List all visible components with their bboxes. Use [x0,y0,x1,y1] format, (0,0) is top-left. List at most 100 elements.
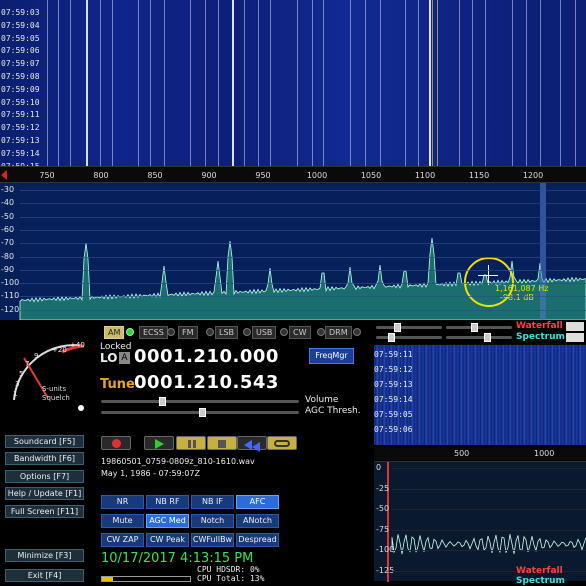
frequency-scale[interactable]: 750 800 850 900 950 1000 1050 1100 1150 1200 [0,166,586,183]
audio-db-label: -75 [376,524,390,534]
audio-scale-tick: 500 [454,449,470,458]
tune-frequency[interactable]: 0001.210.543 [134,372,279,393]
left-button-minimize[interactable]: Minimize [F3] [5,549,84,562]
audio-waterfall-time-label: 07:59:06 [374,425,413,434]
waterfall-tag[interactable]: Waterfall [516,321,563,331]
waterfall-tag-bottom[interactable]: Waterfall [516,566,563,576]
mode-usb-button[interactable]: USB [252,326,277,339]
smeter-tick: 9 [34,352,38,360]
smeter-tick: +40 [70,341,85,349]
waterfall-time-label: 07:59:08 [1,72,40,81]
signal-line [205,0,206,166]
agc-threshold-slider[interactable] [101,408,299,417]
mode-cw-button[interactable]: CW [289,326,311,339]
lo-frequency[interactable]: 0001.210.000 [134,346,279,367]
mode-fm-button[interactable]: FM [178,326,198,339]
freqmgr-button[interactable]: FreqMgr [309,348,354,364]
mode-drm-button[interactable]: DRM [325,326,352,339]
spectrum-gridline [20,243,586,245]
audio-spectrum[interactable]: 0 -25 -50 -75 -100 -125 [374,461,586,582]
left-button-bandwidth[interactable]: Bandwidth [F6] [5,452,84,465]
signal-line [350,0,351,166]
audio-spectrum-trace [387,462,586,582]
mode-lsb-button[interactable]: LSB [215,326,239,339]
waterfall-toggle[interactable] [566,322,584,331]
mode-led-icon [206,328,214,336]
main-spectrum[interactable]: 1,161,087 Hz -98.1 dB -30 -40 -50 -60 -70 -80… [0,183,586,320]
signal-line [405,0,406,166]
dsp-nr-button[interactable]: NR [101,495,144,509]
play-button[interactable] [144,436,174,450]
signal-line [232,0,234,166]
frequency-tick-label: 850 [147,171,163,180]
volume-slider[interactable] [101,397,299,406]
cpu-bar [101,576,191,582]
signal-line [485,0,486,166]
rewind-button[interactable] [237,436,267,452]
frequency-tick-label: 950 [255,171,271,180]
signal-line [218,0,219,166]
signal-line [472,0,473,166]
spectrum-db-label: -100 [1,278,20,288]
s-units-label: S-units [42,385,67,393]
audio-scale-tick: 1000 [534,449,555,458]
dsp-agc-med-button[interactable]: AGC Med [146,514,189,528]
s-meter: 1 3 5 7 9 +20 +40 S-units Squelch [13,341,85,411]
dsp-anotch-button[interactable]: ANotch [236,514,279,528]
dsp-notch-button[interactable]: Notch [191,514,234,528]
left-button-soundcard[interactable]: Soundcard [F5] [5,435,84,448]
pause-button[interactable] [176,436,206,450]
recording-filename: 19860501_0759-0809z_810-1610.wav [101,457,255,466]
smeter-tick: 7 [25,360,29,368]
dsp-cw-zap-button[interactable]: CW ZAP [101,533,144,547]
mode-ecss-button[interactable]: ECSS [139,326,168,339]
record-button[interactable] [101,436,131,450]
waterfall-time-label: 07:59:04 [1,20,40,30]
loop-button[interactable] [267,436,297,450]
spectrum-tag[interactable]: Spectrum [516,332,565,342]
spectrum-gridline [20,283,586,285]
rf-slider-3[interactable] [376,333,442,342]
cursor-freq: 1,161,087 Hz [495,284,549,293]
signal-line [100,0,101,166]
signal-line [380,0,381,166]
signal-line [112,0,113,166]
left-button-full-screen[interactable]: Full Screen [F11] [5,505,84,518]
waterfall-time-label: 07:59:05 [1,33,40,43]
dsp-cw-peak-button[interactable]: CW Peak [146,533,189,547]
signal-line [560,0,561,166]
rf-slider-4[interactable] [446,333,512,342]
spectrum-tag-bottom[interactable]: Spectrum [516,576,565,586]
lo-a-button[interactable]: A [119,352,130,364]
recording-datetime: May 1, 1986 - 07:59:07Z [101,469,200,478]
signal-line [244,0,245,166]
audio-waterfall-time-label: 07:59:13 [374,380,413,389]
spectrum-toggle[interactable] [566,333,584,342]
audio-spectrum-curve [391,534,586,555]
left-button-help-update[interactable]: Help / Update [F1] [5,487,84,500]
dsp-nb-rf-button[interactable]: NB RF [146,495,189,509]
dsp-nb-if-button[interactable]: NB IF [191,495,234,509]
mode-led-icon [243,328,251,336]
dsp-mute-button[interactable]: Mute [101,514,144,528]
spectrum-db-label: -110 [1,291,20,301]
smeter-tick: +20 [52,346,67,354]
audio-waterfall[interactable]: 07:59:11 07:59:12 07:59:13 07:59:14 07:59:05… [374,345,586,445]
main-waterfall[interactable]: 07:59:03 07:59:04 07:59:05 07:59:06 07:59:07… [0,0,586,166]
lo-label: LO [100,351,118,365]
spectrum-gridline [20,269,586,271]
spectrum-db-label: -30 [1,185,15,194]
left-button-options[interactable]: Options [F7] [5,470,84,483]
dsp-cwfullbw-button[interactable]: CWFullBw [191,533,234,547]
dsp-afc-button[interactable]: AFC [236,495,279,509]
mode-am-button[interactable]: AM [104,326,125,339]
dsp-despread-button[interactable]: Despread [236,533,279,547]
signal-line [312,0,313,166]
rf-slider-1[interactable] [376,323,442,332]
waterfall-time-label: 07:59:03 [1,8,40,17]
stop-button[interactable] [207,436,237,450]
left-button-exit[interactable]: Exit [F4] [5,569,84,582]
hdsdr-window: 07:59:03 07:59:04 07:59:05 07:59:06 07:59:07… [0,0,586,586]
scroll-left-icon[interactable] [1,170,7,180]
rf-slider-2[interactable] [446,323,512,332]
